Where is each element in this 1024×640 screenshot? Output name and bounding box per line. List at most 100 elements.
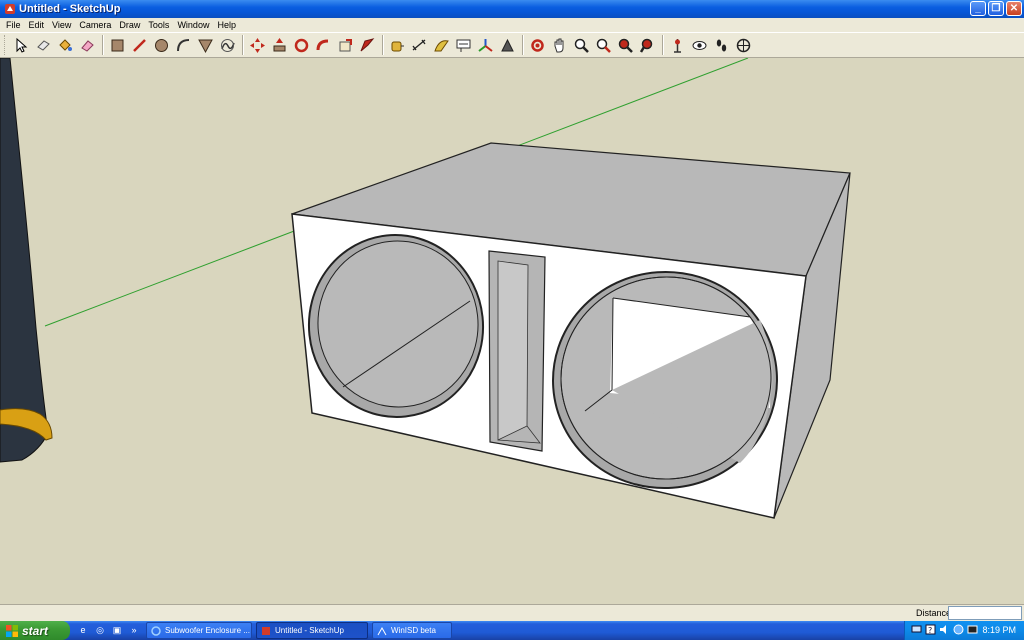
push-pull-tool[interactable]: [269, 35, 290, 56]
orbit-icon: [531, 38, 544, 52]
system-tray: ? 8:19 PM: [904, 621, 1024, 640]
circle-tool[interactable]: [151, 35, 172, 56]
section-plane-tool[interactable]: [733, 35, 754, 56]
toolbar-separator: [382, 35, 384, 55]
erase-icon: [81, 39, 94, 52]
zoom-extents-tool[interactable]: [637, 35, 658, 56]
menu-tools[interactable]: Tools: [144, 20, 173, 30]
window-title: Untitled - SketchUp: [19, 3, 121, 15]
menu-camera[interactable]: Camera: [75, 20, 115, 30]
polygon-icon: [198, 39, 213, 53]
taskbar: start e ◎ ▣ » Subwoofer Enclosure ... Un…: [0, 621, 1024, 640]
menu-draw[interactable]: Draw: [115, 20, 144, 30]
position-camera-icon: [674, 38, 681, 53]
status-bar: Distance: [0, 604, 1024, 621]
arc-tool[interactable]: [173, 35, 194, 56]
start-button[interactable]: start: [0, 621, 70, 640]
zoom-icon: [574, 38, 589, 53]
axes-tool[interactable]: [475, 35, 496, 56]
rotate-tool[interactable]: [291, 35, 312, 56]
volume-icon[interactable]: [939, 624, 950, 635]
toolbar-grip[interactable]: [4, 35, 7, 55]
display-icon[interactable]: [967, 624, 978, 635]
tape-measure-icon: [391, 41, 404, 51]
media-quicklaunch-icon[interactable]: ◎: [93, 623, 107, 637]
toolbar-separator: [242, 35, 244, 55]
push-pull-icon: [273, 37, 286, 51]
scale-tool[interactable]: [335, 35, 356, 56]
task-label: WinISD beta: [391, 626, 436, 635]
dimension-icon: [412, 39, 426, 50]
maximize-button[interactable]: ❐: [988, 1, 1004, 16]
menu-help[interactable]: Help: [213, 20, 240, 30]
expand-icon[interactable]: »: [127, 623, 141, 637]
zoom-previous-tool[interactable]: [615, 35, 636, 56]
drawing-area[interactable]: [0, 58, 1024, 604]
help-icon[interactable]: ?: [925, 624, 936, 635]
text-tool[interactable]: [453, 35, 474, 56]
follow-me-icon: [316, 39, 329, 50]
3d-text-icon: [501, 38, 514, 51]
paint-bucket-icon: [59, 38, 72, 51]
desktop-quicklaunch-icon[interactable]: ▣: [110, 623, 124, 637]
sketchup-icon: [262, 626, 270, 635]
pan-tool[interactable]: [549, 35, 570, 56]
protractor-tool[interactable]: [431, 35, 452, 56]
model-canvas[interactable]: [0, 58, 1024, 604]
task-label: Subwoofer Enclosure ...: [165, 626, 250, 635]
component-tool[interactable]: [33, 35, 54, 56]
ie-quicklaunch-icon[interactable]: e: [76, 623, 90, 637]
select-tool[interactable]: [11, 35, 32, 56]
toolbar-separator: [522, 35, 524, 55]
window-titlebar: Untitled - SketchUp _ ❐ ✕: [0, 0, 1024, 18]
task-subwoofer-enclosure[interactable]: Subwoofer Enclosure ...: [146, 622, 252, 639]
start-label: start: [22, 623, 49, 638]
orbit-tool[interactable]: [527, 35, 548, 56]
protractor-icon: [434, 39, 449, 51]
task-label: Untitled - SketchUp: [275, 626, 344, 635]
look-around-icon: [692, 40, 707, 50]
erase-tool[interactable]: [77, 35, 98, 56]
measurements-input[interactable]: [948, 606, 1022, 620]
task-winisd[interactable]: WinISD beta: [372, 622, 452, 639]
clock: 8:19 PM: [982, 625, 1016, 635]
move-tool[interactable]: [247, 35, 268, 56]
walk-tool[interactable]: [711, 35, 732, 56]
menu-view[interactable]: View: [48, 20, 75, 30]
position-camera-tool[interactable]: [667, 35, 688, 56]
polygon-tool[interactable]: [195, 35, 216, 56]
section-plane-icon: [736, 38, 751, 52]
move-icon: [250, 37, 265, 53]
zoom-previous-icon: [618, 38, 633, 53]
offset-tool[interactable]: [357, 35, 378, 56]
menu-bar: File Edit View Camera Draw Tools Window …: [0, 18, 1024, 32]
toolbar-separator: [662, 35, 664, 55]
rectangle-icon: [111, 39, 124, 51]
zoom-window-tool[interactable]: [593, 35, 614, 56]
rectangle-tool[interactable]: [107, 35, 128, 56]
port-slot-inner: [497, 260, 529, 441]
measurements-label: Distance: [916, 608, 952, 618]
look-around-tool[interactable]: [689, 35, 710, 56]
zoom-tool[interactable]: [571, 35, 592, 56]
line-tool[interactable]: [129, 35, 150, 56]
shield-icon[interactable]: [953, 624, 964, 635]
3d-text-tool[interactable]: [497, 35, 518, 56]
tape-measure-tool[interactable]: [387, 35, 408, 56]
axes-icon: [478, 38, 493, 52]
sketchup-icon: [5, 4, 15, 14]
menu-edit[interactable]: Edit: [25, 20, 49, 30]
close-button[interactable]: ✕: [1006, 1, 1022, 16]
task-sketchup[interactable]: Untitled - SketchUp: [256, 622, 368, 639]
menu-window[interactable]: Window: [173, 20, 213, 30]
freehand-tool[interactable]: [217, 35, 238, 56]
network-icon[interactable]: [911, 624, 922, 635]
ie-icon: [151, 625, 161, 636]
follow-me-tool[interactable]: [313, 35, 334, 56]
paint-tool[interactable]: [55, 35, 76, 56]
quick-launch: e ◎ ▣ »: [76, 623, 141, 637]
dimension-tool[interactable]: [409, 35, 430, 56]
line-icon: [133, 38, 146, 52]
menu-file[interactable]: File: [2, 20, 25, 30]
minimize-button[interactable]: _: [970, 1, 986, 16]
